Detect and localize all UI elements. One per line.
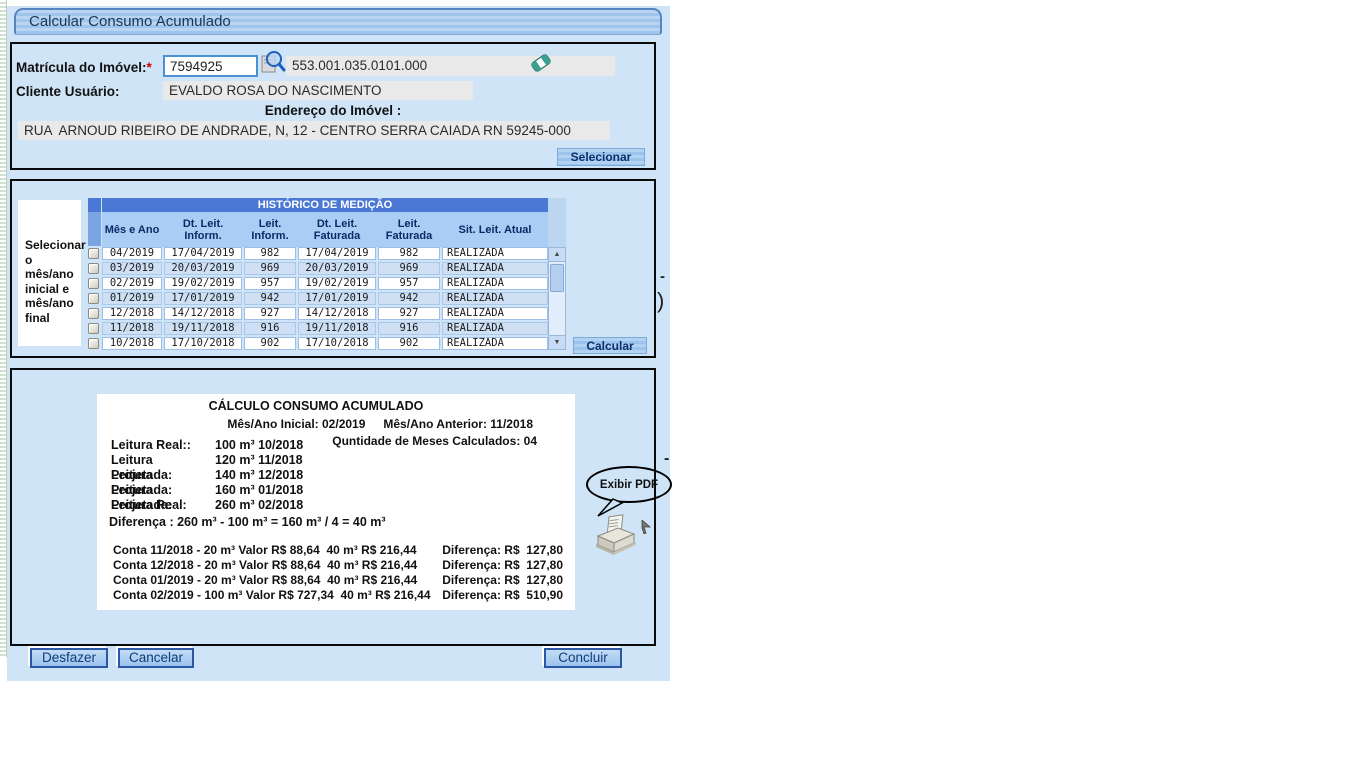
leitura-line: Leitura Projetada: 120 m³ 11/2018: [111, 453, 303, 468]
col-header-leit-faturada: Leit. Faturada: [378, 218, 440, 242]
calculation-report: CÁLCULO CONSUMO ACUMULADO Mês/Ano Inicia…: [97, 394, 575, 610]
col-header-mes-ano: Mês e Ano: [102, 224, 162, 236]
row-checkbox[interactable]: [88, 308, 99, 319]
leitura-line: Leitura Real: 260 m³ 02/2018: [111, 498, 303, 513]
eraser-icon[interactable]: [528, 50, 554, 81]
table-row: 03/2019 20/03/2019 969 20/03/2019 969 RE…: [88, 262, 548, 275]
leitura-line: Leitura Real:: 100 m³ 10/2018: [111, 438, 303, 453]
window-title: Calcular Consumo Acumulado: [29, 13, 231, 30]
inscricao-field: 553.001.035.0101.000: [286, 56, 615, 76]
table-body: 04/2019 17/04/2019 982 17/04/2019 982 RE…: [88, 247, 548, 350]
qtd-meses: Quntidade de Meses Calculados: 04: [332, 434, 537, 448]
row-checkbox[interactable]: [88, 248, 99, 259]
endereco-field: RUA ARNOUD RIBEIRO DE ANDRADE, N, 12 - C…: [18, 121, 610, 140]
diferenca-line: Diferença : 260 m³ - 100 m³ = 160 m³ / 4…: [109, 515, 386, 529]
table-corner-bottom: [88, 212, 101, 246]
col-header-dt-faturada: Dt. Leit. Faturada: [298, 218, 376, 242]
row-checkbox[interactable]: [88, 278, 99, 289]
search-icon[interactable]: [260, 50, 286, 81]
col-header-situacao: Sit. Leit. Atual: [442, 224, 548, 236]
scroll-up-icon[interactable]: ▲: [549, 248, 565, 262]
calc-period-line: Mês/Ano Inicial: 02/2019 Mês/Ano Anterio…: [227, 417, 533, 431]
table-corner-top: [88, 198, 101, 212]
concluir-button[interactable]: Concluir: [544, 648, 622, 668]
selecionar-button[interactable]: Selecionar: [557, 148, 645, 166]
calc-title: CÁLCULO CONSUMO ACUMULADO: [97, 399, 535, 413]
table-header-row: Mês e Ano Dt. Leit. Inform. Leit. Inform…: [102, 212, 548, 247]
screenshot-canvas: Calcular Consumo Acumulado Matrícula do …: [0, 0, 1366, 768]
table-row: 04/2019 17/04/2019 982 17/04/2019 982 RE…: [88, 247, 548, 260]
row-checkbox[interactable]: [88, 263, 99, 274]
calculation-panel: CÁLCULO CONSUMO ACUMULADO Mês/Ano Inicia…: [10, 368, 656, 646]
page-edge-decoration: [0, 0, 7, 657]
table-row: 12/2018 14/12/2018 927 14/12/2018 927 RE…: [88, 307, 548, 320]
stray-paren-mark: ): [657, 288, 664, 314]
cliente-label: Cliente Usuário:: [16, 84, 120, 99]
cliente-field: EVALDO ROSA DO NASCIMENTO: [163, 81, 473, 100]
cancelar-button[interactable]: Cancelar: [118, 648, 194, 668]
col-header-leit-inform: Leit. Inform.: [244, 218, 296, 242]
matricula-label: Matrícula do Imóvel:*: [16, 60, 152, 75]
mes-ano-inicial: Mês/Ano Inicial: 02/2019: [227, 417, 365, 431]
table-row: 10/2018 17/10/2018 902 17/10/2018 902 RE…: [88, 337, 548, 350]
contas-list: Conta 11/2018 - 20 m³ Valor R$ 88,64 40 …: [97, 543, 575, 603]
stray-dash-mark: -: [664, 450, 669, 468]
conta-line: Conta 01/2019 - 20 m³ Valor R$ 88,64 40 …: [97, 573, 575, 588]
instruction-text: Selecionar o mês/ano inicial e mês/ano f…: [18, 200, 81, 346]
conta-line: Conta 11/2018 - 20 m³ Valor R$ 88,64 40 …: [97, 543, 575, 558]
table-row: 01/2019 17/01/2019 942 17/01/2019 942 RE…: [88, 292, 548, 305]
conta-line: Conta 02/2019 - 100 m³ Valor R$ 727,34 4…: [97, 588, 575, 603]
table-title: HISTÓRICO DE MEDIÇÃO: [102, 198, 548, 212]
stray-dash-mark: -: [660, 268, 665, 285]
matricula-input[interactable]: [163, 55, 258, 77]
row-checkbox[interactable]: [88, 323, 99, 334]
endereco-label: Endereço do Imóvel :: [10, 103, 656, 118]
leitura-line: Leitura Projetada: 140 m³ 12/2018: [111, 468, 303, 483]
table-row: 11/2018 19/11/2018 916 19/11/2018 916 RE…: [88, 322, 548, 335]
table-row: 02/2019 19/02/2019 957 19/02/2019 957 RE…: [88, 277, 548, 290]
calcular-button[interactable]: Calcular: [573, 337, 647, 354]
cursor-arrow-icon: [640, 520, 652, 534]
window-title-tab: Calcular Consumo Acumulado: [14, 8, 662, 35]
col-header-dt-inform: Dt. Leit. Inform.: [164, 218, 242, 242]
scrollbar-thumb[interactable]: [550, 264, 564, 292]
desfazer-button[interactable]: Desfazer: [30, 648, 108, 668]
row-checkbox[interactable]: [88, 293, 99, 304]
print-pdf-icon[interactable]: [592, 514, 640, 561]
conta-line: Conta 12/2018 - 20 m³ Valor R$ 88,64 40 …: [97, 558, 575, 573]
table-scrollbar[interactable]: ▲ ▼: [548, 247, 566, 350]
row-checkbox[interactable]: [88, 338, 99, 349]
required-asterisk: *: [147, 60, 152, 75]
leituras-list: Leitura Real:: 100 m³ 10/2018 Leitura Pr…: [111, 438, 303, 513]
table-scroll-corner: [548, 198, 566, 247]
exibir-pdf-label: Exibir PDF: [600, 479, 658, 491]
mes-ano-anterior: Mês/Ano Anterior: 11/2018: [383, 417, 533, 431]
scroll-down-icon[interactable]: ▼: [549, 335, 565, 349]
leitura-line: Leitura Projetada: 160 m³ 01/2018: [111, 483, 303, 498]
